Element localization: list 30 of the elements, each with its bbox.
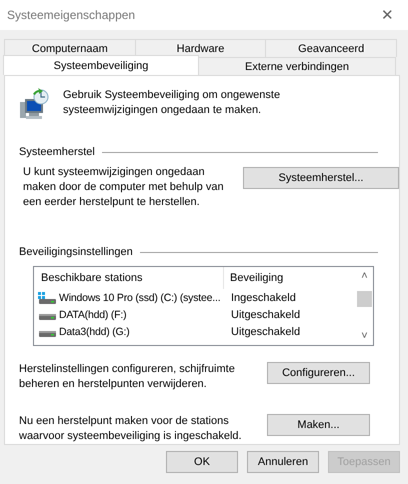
description-text: Gebruik Systeembeveiliging om ongewenste systeemwijzigingen ongedaan te maken. (63, 88, 282, 118)
computer-restore-icon (19, 88, 51, 120)
group-heading: Systeemherstel (19, 146, 95, 158)
group-heading: Beveiligingsinstellingen (19, 246, 133, 258)
tab[interactable]: Systeembeveiliging (3, 55, 199, 75)
scroll-down-button[interactable]: ˅ (361, 327, 368, 345)
scrollbar-thumb[interactable] (357, 291, 372, 307)
close-button[interactable]: ✕ (377, 6, 398, 24)
dialog-button[interactable]: Annuleren (247, 451, 319, 473)
restore-description: U kunt systeemwijzigingen ongedaan maken door de computer met behulp van een eerder herstelpunt te herstellen. (23, 165, 225, 210)
system-restore-button[interactable]: Systeemherstel... (243, 167, 399, 189)
protection-status: Uitgeschakeld (230, 308, 300, 320)
window-title: Systeemeigenschappen (7, 8, 136, 22)
scroll-up-button[interactable]: ˄ (361, 267, 368, 285)
column-header[interactable]: Beveiliging (224, 272, 284, 284)
system-drive-icon (38, 292, 56, 304)
dialog-button[interactable]: OK (166, 451, 238, 473)
column-header[interactable]: Beschikbare stations (34, 267, 224, 289)
create-description: Nu een herstelpunt maken voor de stations waarvoor systeembeveiliging is ingeschakeld. (19, 414, 243, 444)
drive-name[interactable]: Data3(hdd) (G:) (59, 326, 225, 338)
drive-name[interactable]: DATA(hdd) (F:) (59, 308, 225, 320)
configure-description: Herstelinstellingen configureren, schijfruimte beheren en herstelpunten verwijderen. (19, 362, 236, 392)
protection-status: Ingeschakeld (230, 292, 296, 304)
tab[interactable]: Geavanceerd (265, 39, 398, 57)
scrollbar[interactable]: ˄ ˅ (356, 267, 373, 345)
tab[interactable]: Externe verbindingen (198, 57, 396, 75)
configure-button[interactable]: Configureren... (267, 362, 370, 384)
create-button[interactable]: Maken... (267, 414, 370, 436)
drive-name[interactable]: Windows 10 Pro (ssd) (C:) (systee... (59, 292, 225, 304)
protection-status: Uitgeschakeld (230, 326, 300, 338)
